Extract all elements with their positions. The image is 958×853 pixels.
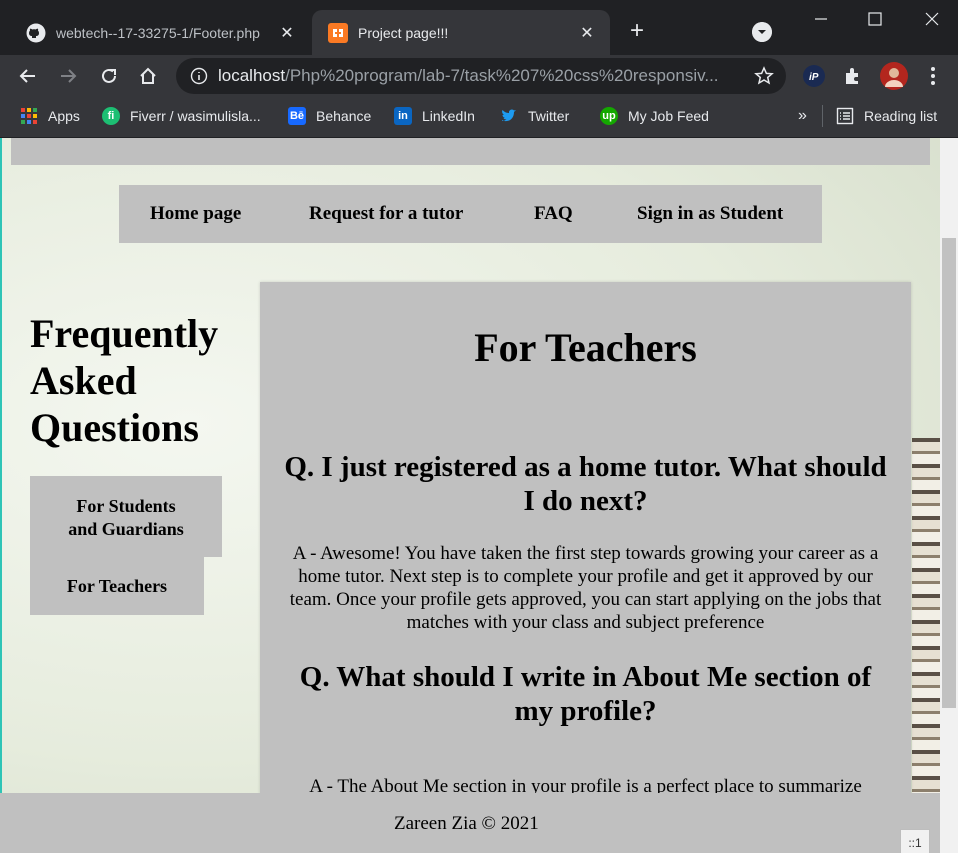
bookmark-label: My Job Feed	[628, 108, 709, 124]
reading-list-button[interactable]: Reading list	[836, 106, 937, 126]
close-icon[interactable]: ✕	[278, 23, 296, 43]
for-students-button[interactable]: For Students and Guardians	[30, 476, 222, 557]
tab-github[interactable]: webtech--17-33275-1/Footer.php ✕	[10, 10, 310, 55]
new-tab-icon[interactable]: +	[624, 18, 650, 44]
section-title: For Teachers	[474, 325, 697, 370]
page-viewport: Home page Request for a tutor FAQ Sign i…	[0, 138, 940, 853]
tab-title: webtech--17-33275-1/Footer.php	[56, 24, 260, 41]
fiverr-icon: fi	[102, 107, 120, 125]
home-icon[interactable]	[134, 62, 162, 90]
bookmark-apps[interactable]: Apps	[20, 106, 80, 126]
background-books-image	[912, 438, 940, 838]
bookmarks-bar: Apps fi Fiverr / wasimulisla... Bē Behan…	[0, 97, 958, 137]
bookmark-linkedin[interactable]: in LinkedIn	[394, 106, 475, 126]
address-host: localhost	[218, 66, 286, 85]
page-top-bar	[11, 138, 930, 165]
profile-avatar[interactable]	[880, 62, 908, 90]
reading-list-icon	[836, 107, 854, 125]
github-icon	[26, 23, 46, 42]
tab-title: Project page!!!	[358, 24, 449, 41]
main-nav: Home page Request for a tutor FAQ Sign i…	[119, 185, 822, 243]
tab-search-icon[interactable]	[752, 22, 772, 42]
bookmark-twitter[interactable]: Twitter	[500, 106, 569, 126]
for-teachers-button[interactable]: For Teachers	[30, 557, 204, 615]
reload-icon[interactable]	[95, 62, 123, 90]
nav-request-tutor[interactable]: Request for a tutor	[309, 203, 463, 225]
faq-question: Q. I just registered as a home tutor. Wh…	[284, 451, 887, 517]
maximize-icon[interactable]	[864, 8, 886, 30]
close-window-icon[interactable]	[921, 8, 943, 30]
extensions-puzzle-icon[interactable]	[841, 64, 865, 88]
tab-project-page[interactable]: Project page!!! ✕	[312, 10, 610, 55]
faq-answer: A - Awesome! You have taken the first st…	[289, 543, 882, 633]
upwork-icon: up	[600, 107, 618, 125]
bookmark-label: LinkedIn	[422, 108, 475, 124]
bookmark-label: Fiverr / wasimulisla...	[130, 108, 261, 124]
apps-grid-icon	[21, 108, 37, 124]
bookmark-label: Apps	[48, 108, 80, 124]
pager-badge[interactable]: ::1	[900, 829, 930, 853]
menu-kebab-icon[interactable]	[921, 64, 945, 88]
bookmark-star-icon[interactable]	[754, 66, 774, 86]
reading-list-label: Reading list	[864, 108, 938, 124]
faq-content-panel: For Teachers Q. I just registered as a h…	[260, 282, 911, 802]
scrollbar-thumb[interactable]	[942, 238, 956, 708]
svg-text:iP: iP	[809, 72, 819, 83]
nav-home-page[interactable]: Home page	[150, 203, 241, 225]
nav-faq[interactable]: FAQ	[534, 203, 573, 225]
close-icon[interactable]: ✕	[578, 23, 596, 43]
minimize-icon[interactable]	[810, 8, 832, 30]
bookmark-fiverr[interactable]: fi Fiverr / wasimulisla...	[102, 106, 261, 126]
address-bar[interactable]: localhost /Php%20program/lab-7/task%207%…	[176, 58, 786, 94]
browser-toolbar: localhost /Php%20program/lab-7/task%207%…	[0, 55, 958, 97]
bookmark-label: Behance	[316, 108, 372, 124]
address-path: /Php%20program/lab-7/task%207%20css%20re…	[285, 66, 719, 85]
xampp-icon	[328, 22, 348, 43]
nav-sign-in-student[interactable]: Sign in as Student	[637, 203, 783, 225]
footer-credit: Zareen Zia © 2021	[394, 813, 539, 834]
faq-heading: Frequently Asked Questions	[30, 311, 219, 450]
bookmarks-divider	[822, 105, 823, 127]
bookmark-label: Twitter	[528, 108, 570, 124]
bookmark-behance[interactable]: Bē Behance	[288, 106, 371, 126]
page-scrollbar[interactable]	[940, 138, 958, 853]
behance-icon: Bē	[288, 107, 306, 125]
page-footer: Zareen Zia © 2021 ::1	[0, 793, 940, 853]
tab-strip: webtech--17-33275-1/Footer.php ✕ Project…	[0, 0, 958, 55]
back-icon[interactable]	[14, 62, 42, 90]
faq-question: Q. What should I write in About Me secti…	[299, 661, 872, 727]
info-icon[interactable]	[190, 67, 208, 85]
forward-icon[interactable]	[54, 62, 82, 90]
bookmarks-overflow-button[interactable]: »	[798, 106, 807, 126]
linkedin-icon: in	[394, 107, 412, 125]
bookmark-my-job-feed[interactable]: up My Job Feed	[600, 106, 709, 126]
twitter-icon	[502, 109, 516, 122]
ip-extension-icon[interactable]: iP	[802, 64, 826, 88]
